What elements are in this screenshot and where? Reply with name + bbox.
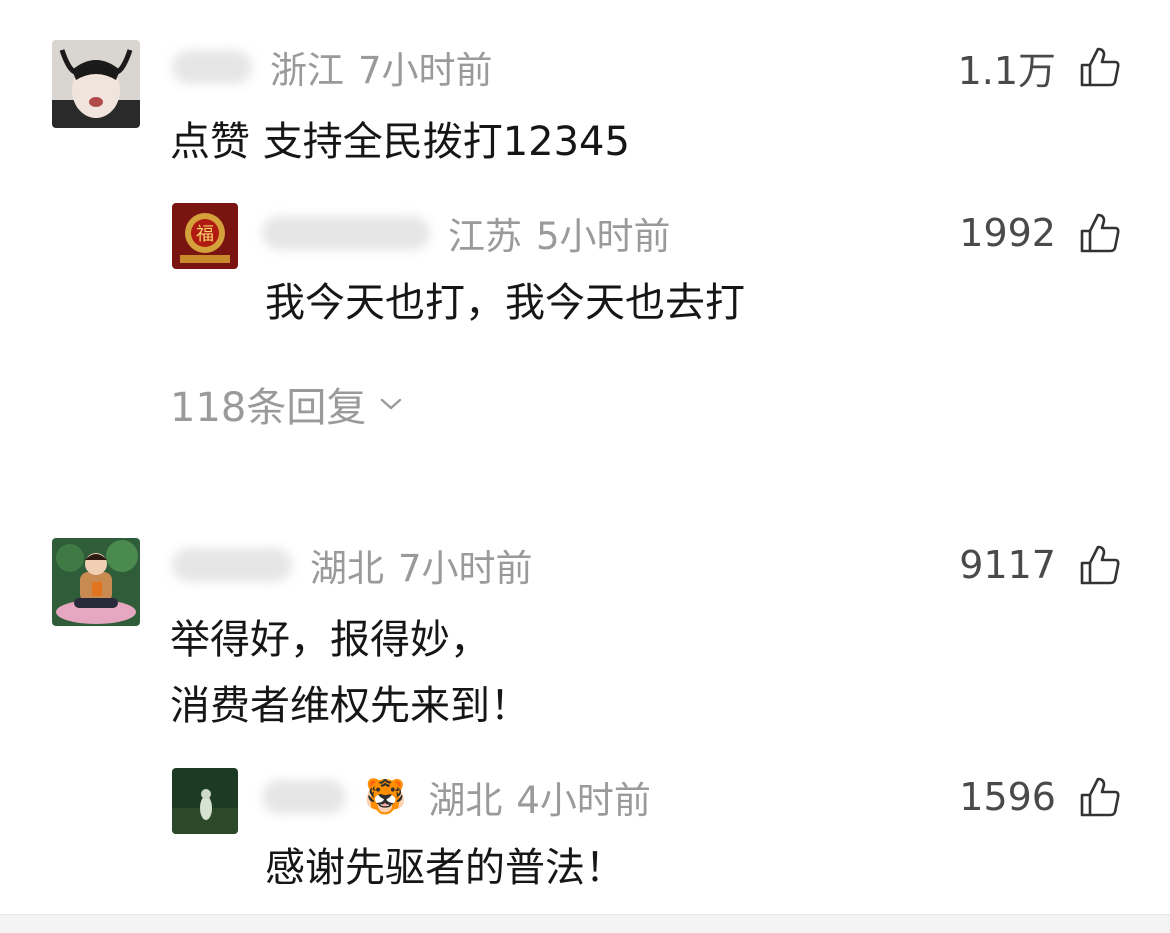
region-label: 湖北 [310,547,384,590]
thumbs-up-icon [1080,213,1120,253]
like-button[interactable]: 1596 [959,772,1122,822]
view-replies-button[interactable]: 118条回复 [170,375,404,433]
username-blurred[interactable] [262,216,430,250]
reply-meta: 江苏 5小时前 [262,208,671,258]
timestamp: 7小时前 [358,49,493,92]
chevron-down-icon [381,398,402,410]
region-label: 浙江 [270,49,344,92]
avatar[interactable] [52,40,140,128]
username-blurred[interactable] [172,548,292,582]
timestamp: 4小时前 [516,779,651,822]
thumbs-up-icon [1080,545,1120,585]
region-label: 江苏 [448,215,522,258]
like-button[interactable]: 1.1万 [957,42,1122,93]
like-count: 1596 [959,775,1056,819]
thumbs-up-icon [1080,47,1120,87]
timestamp: 7小时前 [398,547,533,590]
comment-meta: 浙江 7小时前 [172,42,493,92]
reply-meta: 🐯 湖北 4小时前 [262,772,651,822]
comment-text: 点赞 支持全民拨打12345 [170,119,630,165]
username-blurred[interactable] [262,780,346,814]
region-label: 湖北 [428,779,503,822]
reply-avatar[interactable]: 福 [172,203,238,269]
comment-feed: 浙江 7小时前 1.1万 点赞 支持全民拨打12345 福 江苏 5小时前 19… [0,0,1170,933]
reply-text: 感谢先驱者的普法！ [265,845,625,891]
svg-text:福: 福 [196,224,214,245]
replies-count-label: 118条回复 [170,385,367,431]
comment-text-line-2: 消费者维权先来到！ [170,683,530,729]
like-button[interactable]: 9117 [959,540,1122,590]
avatar[interactable] [52,538,140,626]
bottom-divider [0,914,1170,933]
comment-meta: 湖北 7小时前 [172,540,533,590]
reply-avatar[interactable] [172,768,238,834]
tiger-emoji: 🐯 [364,777,407,817]
username-blurred[interactable] [172,50,252,84]
timestamp: 5小时前 [536,215,671,258]
like-count: 1992 [959,211,1056,255]
like-button[interactable]: 1992 [959,208,1122,258]
reply-text: 我今天也打，我今天也去打 [265,280,745,326]
like-count: 9117 [959,543,1056,587]
comment-text-line-1: 举得好，报得妙， [170,617,490,663]
thumbs-up-icon [1080,777,1120,817]
like-count: 1.1万 [957,48,1056,93]
